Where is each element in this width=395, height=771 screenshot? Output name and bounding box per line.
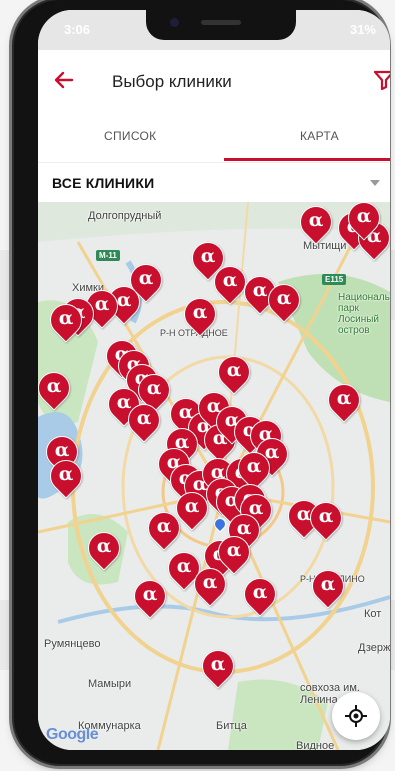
clinic-pin-symbol: α: [308, 209, 324, 231]
crosshair-locate-icon: [345, 705, 367, 727]
active-tab-indicator: [224, 158, 390, 161]
tab-bar: СПИСОК КАРТА: [38, 108, 390, 162]
phone-screen: 3:06 31% Выбор клиники СПИСОК КАРТА ВСЕ …: [38, 10, 390, 750]
clinics-map[interactable]: Долгопрудный Мытищи Химки Р-Н ОТРАДНОЕ Н…: [38, 202, 390, 750]
earpiece-speaker: [201, 20, 241, 25]
map-label-rumyantsevo: Румянцево: [44, 638, 101, 650]
status-time: 3:06: [64, 22, 91, 37]
camera-notch: [146, 10, 296, 40]
clinic-pin-symbol: α: [58, 307, 74, 329]
dropdown-selected-value: ВСЕ КЛИНИКИ: [52, 175, 155, 191]
map-label-national-park: Национальный парк Лосиный остров: [338, 292, 390, 336]
clinic-pin-symbol: α: [142, 583, 158, 605]
clinic-pin-symbol: α: [246, 455, 262, 477]
map-label-mamyri: Мамыри: [88, 678, 132, 690]
clinic-pin-symbol: α: [156, 515, 172, 537]
locate-me-button[interactable]: [332, 692, 380, 740]
map-label-vidnoe: Видное: [296, 740, 335, 750]
clinic-pin-symbol: α: [226, 359, 242, 381]
road-badge-e115: E115: [322, 274, 347, 285]
page-title: Выбор клиники: [112, 72, 232, 91]
chevron-down-icon: [370, 180, 380, 186]
filter-funnel-icon[interactable]: [372, 68, 390, 92]
clinic-pin-symbol: α: [356, 205, 372, 227]
clinic-pin-symbol: α: [222, 269, 238, 291]
map-label-bittsa: Битца: [216, 720, 247, 732]
clinic-pin-symbol: α: [276, 287, 292, 309]
app-bar: Выбор клиники: [38, 50, 390, 108]
clinic-pin-symbol: α: [318, 505, 334, 527]
clinic-pin-symbol: α: [136, 407, 152, 429]
map-label-dzerzh: Дзерж: [358, 642, 390, 654]
arrow-left-icon[interactable]: [52, 68, 76, 92]
tab-list[interactable]: СПИСОК: [104, 129, 156, 143]
clinic-pin-symbol: α: [192, 301, 208, 323]
clinic-pin-symbol: α: [320, 573, 336, 595]
status-battery: 31%: [349, 22, 376, 37]
clinic-pin-symbol: α: [96, 535, 112, 557]
clinic-pin-symbol: α: [210, 653, 226, 675]
road-badge-m11: M-11: [96, 250, 120, 261]
clinic-filter-dropdown[interactable]: ВСЕ КЛИНИКИ: [38, 162, 390, 204]
clinic-pin-symbol: α: [226, 539, 242, 561]
clinic-pin-symbol: α: [184, 495, 200, 517]
clinic-pin-symbol: α: [58, 463, 74, 485]
map-label-dolgoprudny: Долгопрудный: [88, 210, 162, 222]
clinic-pin-symbol: α: [252, 581, 268, 603]
clinic-pin-symbol: α: [46, 375, 62, 397]
front-camera: [170, 18, 179, 27]
clinic-pin-symbol: α: [202, 571, 218, 593]
clinic-pin-symbol: α: [146, 377, 162, 399]
google-logo: Google: [46, 726, 99, 743]
tab-map[interactable]: КАРТА: [300, 129, 339, 143]
clinic-pin-symbol: α: [336, 387, 352, 409]
phone-frame: 3:06 31% Выбор клиники СПИСОК КАРТА ВСЕ …: [14, 0, 390, 764]
map-label-kot: Кот: [364, 608, 382, 620]
